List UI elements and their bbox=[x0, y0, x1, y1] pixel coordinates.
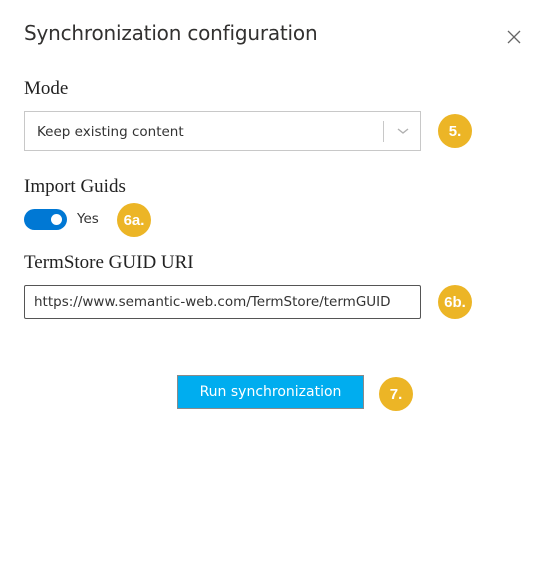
import-guids-label: Import Guids bbox=[24, 176, 126, 197]
mode-dropdown[interactable]: Keep existing content bbox=[24, 111, 421, 151]
step-badge-7: 7. bbox=[379, 377, 413, 411]
run-synchronization-button[interactable]: Run synchronization bbox=[177, 375, 364, 409]
mode-selected-value: Keep existing content bbox=[37, 124, 184, 140]
step-badge-6a: 6a. bbox=[117, 203, 151, 237]
termstore-uri-label: TermStore GUID URI bbox=[24, 252, 194, 273]
termstore-uri-input[interactable] bbox=[24, 285, 421, 319]
toggle-knob bbox=[51, 214, 62, 225]
close-icon[interactable] bbox=[505, 28, 523, 46]
chevron-down-icon[interactable] bbox=[395, 125, 411, 137]
import-guids-toggle[interactable] bbox=[24, 209, 67, 230]
toggle-state-text: Yes bbox=[77, 211, 99, 227]
dialog-title: Synchronization configuration bbox=[24, 21, 318, 45]
step-badge-6b: 6b. bbox=[438, 285, 472, 319]
dropdown-divider bbox=[383, 121, 384, 142]
mode-label: Mode bbox=[24, 78, 69, 99]
step-badge-5: 5. bbox=[438, 114, 472, 148]
